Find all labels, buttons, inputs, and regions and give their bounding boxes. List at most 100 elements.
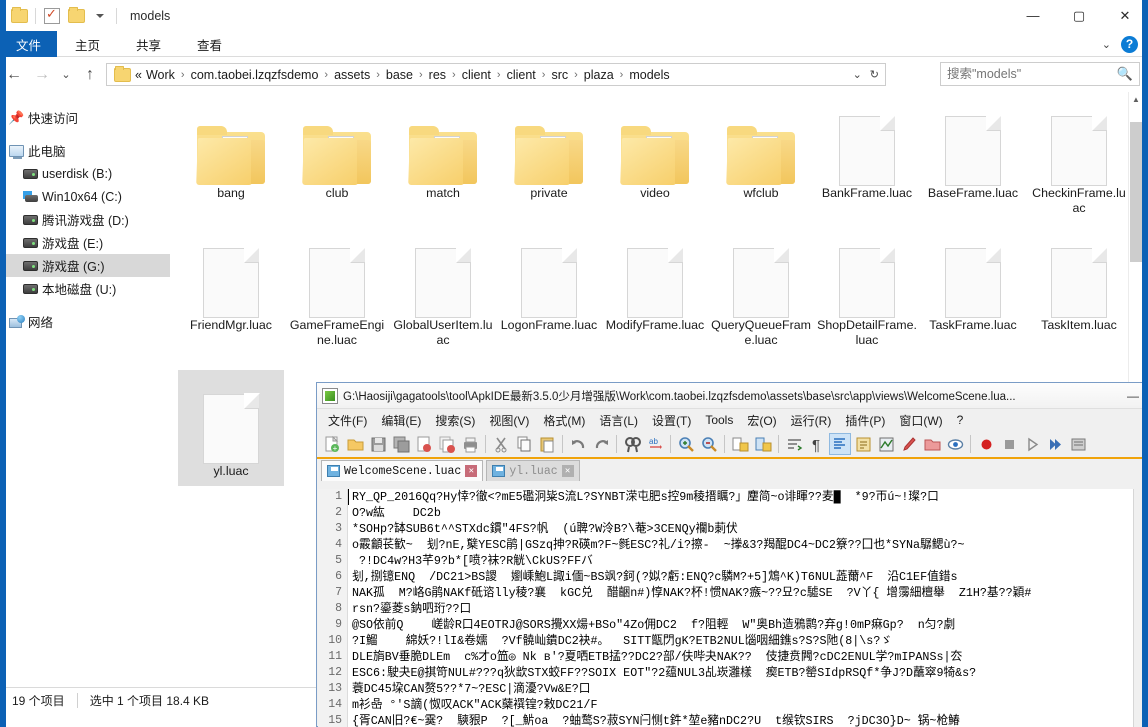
refresh-icon[interactable]: ↻ xyxy=(870,68,879,81)
list-item[interactable]: BankFrame.luac xyxy=(814,98,920,201)
menu-language[interactable]: 语言(L) xyxy=(592,412,645,429)
search-input[interactable] xyxy=(947,67,1117,81)
doc-map-icon[interactable] xyxy=(875,433,897,455)
breadcrumb-item[interactable]: com.taobei.lzqzfsdemo xyxy=(189,68,321,82)
print-icon[interactable] xyxy=(459,433,481,455)
replace-icon[interactable]: ab xyxy=(644,433,666,455)
scroll-up-icon[interactable]: ▲ xyxy=(1129,92,1143,106)
menu-help[interactable]: ? xyxy=(950,413,971,427)
undo-icon[interactable] xyxy=(567,433,589,455)
list-item[interactable]: FriendMgr.luac xyxy=(178,230,284,333)
word-wrap-icon[interactable] xyxy=(783,433,805,455)
sidebar-item-local-disk-u[interactable]: 本地磁盘 (U:) xyxy=(0,277,170,300)
list-item[interactable]: ModifyFrame.luac xyxy=(602,230,708,333)
close-all-icon[interactable] xyxy=(436,433,458,455)
save-all-icon[interactable] xyxy=(390,433,412,455)
indent-guide-icon[interactable] xyxy=(829,433,851,455)
breadcrumb[interactable]: « Work› com.taobei.lzqzfsdemo› assets› b… xyxy=(106,63,886,86)
sidebar-item-game-drive-e[interactable]: 游戏盘 (E:) xyxy=(0,231,170,254)
sync-vertical-icon[interactable] xyxy=(729,433,751,455)
macro-stop-icon[interactable] xyxy=(998,433,1020,455)
editor-tab-yl[interactable]: yl.luac ✕ xyxy=(486,460,579,481)
sidebar-item-game-drive-g[interactable]: 游戏盘 (G:) xyxy=(0,254,170,277)
code-editor-area[interactable]: 1 2 3 4 5 6 7 8 9 10 11 12 13 14 15 RY_Q… xyxy=(318,489,1148,727)
user-defined-dialog-icon[interactable] xyxy=(852,433,874,455)
tab-view[interactable]: 查看 xyxy=(179,31,240,57)
sidebar-item-network[interactable]: 网络 xyxy=(0,310,170,333)
breadcrumb-item[interactable]: base xyxy=(384,68,415,82)
breadcrumb-overflow[interactable]: « xyxy=(133,68,144,82)
menu-settings[interactable]: 设置(T) xyxy=(645,412,698,429)
macro-save-icon[interactable] xyxy=(1067,433,1089,455)
tab-home[interactable]: 主页 xyxy=(57,31,118,57)
breadcrumb-item[interactable]: res xyxy=(427,68,448,82)
properties-icon[interactable] xyxy=(41,5,63,27)
up-button[interactable]: ↑ xyxy=(76,60,104,90)
list-item[interactable]: BaseFrame.luac xyxy=(920,98,1026,201)
breadcrumb-item[interactable]: assets xyxy=(332,68,372,82)
folder-workspace-icon[interactable] xyxy=(921,433,943,455)
breadcrumb-item[interactable]: src xyxy=(549,68,570,82)
list-item[interactable]: LogonFrame.luac xyxy=(496,230,602,333)
list-item[interactable]: ShopDetailFrame.luac xyxy=(814,230,920,348)
redo-icon[interactable] xyxy=(590,433,612,455)
paste-icon[interactable] xyxy=(536,433,558,455)
new-file-icon[interactable]: + xyxy=(321,433,343,455)
sidebar-item-this-pc[interactable]: 此电脑 xyxy=(0,139,170,162)
tab-file[interactable]: 文件 xyxy=(0,31,57,57)
forward-button[interactable]: → xyxy=(28,60,56,90)
open-file-icon[interactable] xyxy=(344,433,366,455)
list-item[interactable]: video xyxy=(602,98,708,201)
show-all-chars-icon[interactable]: ¶ xyxy=(806,433,828,455)
macro-play-icon[interactable] xyxy=(1021,433,1043,455)
macro-record-icon[interactable] xyxy=(975,433,997,455)
record-macro-pen-icon[interactable] xyxy=(898,433,920,455)
help-icon[interactable]: ? xyxy=(1121,36,1138,53)
list-item[interactable]: match xyxy=(390,98,496,201)
editor-tab-welcomescene[interactable]: WelcomeScene.luac ✕ xyxy=(321,460,483,481)
zoom-in-icon[interactable] xyxy=(675,433,697,455)
list-item[interactable]: private xyxy=(496,98,602,201)
cut-icon[interactable] xyxy=(490,433,512,455)
search-box[interactable]: 🔍 xyxy=(940,62,1140,86)
list-item[interactable]: wfclub xyxy=(708,98,814,201)
list-item[interactable]: TaskFrame.luac xyxy=(920,230,1026,333)
menu-tools[interactable]: Tools xyxy=(698,413,740,427)
chevron-down-icon[interactable]: ⌄ xyxy=(853,68,862,81)
code-lines[interactable]: RY_QP_2016Qq?Hy悻?徹<?mE5礛泂粊S流L?SYNBT溁屯肥s控… xyxy=(352,489,1148,727)
list-item-selected[interactable]: yl.luac xyxy=(178,370,284,486)
list-item[interactable]: GlobalUserItem.luac xyxy=(390,230,496,348)
find-icon[interactable] xyxy=(621,433,643,455)
breadcrumb-item[interactable]: Work xyxy=(144,68,177,82)
recent-locations-button[interactable]: ⌄ xyxy=(56,60,76,90)
sidebar-item-tencent-drive-d[interactable]: 腾讯游戏盘 (D:) xyxy=(0,208,170,231)
sidebar-item-win10x64-c[interactable]: Win10x64 (C:) xyxy=(0,185,170,208)
minimize-button[interactable]: — xyxy=(1010,0,1056,31)
breadcrumb-item[interactable]: plaza xyxy=(582,68,616,82)
zoom-out-icon[interactable] xyxy=(698,433,720,455)
breadcrumb-item[interactable]: client xyxy=(505,68,538,82)
close-icon[interactable]: ✕ xyxy=(562,465,574,477)
customize-caret-icon[interactable] xyxy=(89,5,111,27)
list-item[interactable]: CheckinFrame.luac xyxy=(1026,98,1132,216)
save-icon[interactable] xyxy=(367,433,389,455)
breadcrumb-item[interactable]: models xyxy=(627,68,671,82)
folder-icon[interactable] xyxy=(8,5,30,27)
copy-icon[interactable] xyxy=(513,433,535,455)
menu-search[interactable]: 搜索(S) xyxy=(428,412,482,429)
macro-playmultiple-icon[interactable] xyxy=(1044,433,1066,455)
sidebar-item-quick-access[interactable]: 📌 快速访问 xyxy=(0,106,170,129)
menu-format[interactable]: 格式(M) xyxy=(536,412,592,429)
list-item[interactable]: TaskItem.luac xyxy=(1026,230,1132,333)
preview-eye-icon[interactable] xyxy=(944,433,966,455)
menu-view[interactable]: 视图(V) xyxy=(482,412,536,429)
menu-plugins[interactable]: 插件(P) xyxy=(838,412,892,429)
search-icon[interactable]: 🔍 xyxy=(1117,66,1133,82)
close-file-icon[interactable] xyxy=(413,433,435,455)
new-folder-icon[interactable] xyxy=(65,5,87,27)
list-item[interactable]: GameFrameEngine.luac xyxy=(284,230,390,348)
menu-edit[interactable]: 编辑(E) xyxy=(374,412,428,429)
menu-run[interactable]: 运行(R) xyxy=(784,412,839,429)
scrollbar-thumb[interactable] xyxy=(1130,122,1142,262)
maximize-button[interactable]: ▢ xyxy=(1056,0,1102,31)
